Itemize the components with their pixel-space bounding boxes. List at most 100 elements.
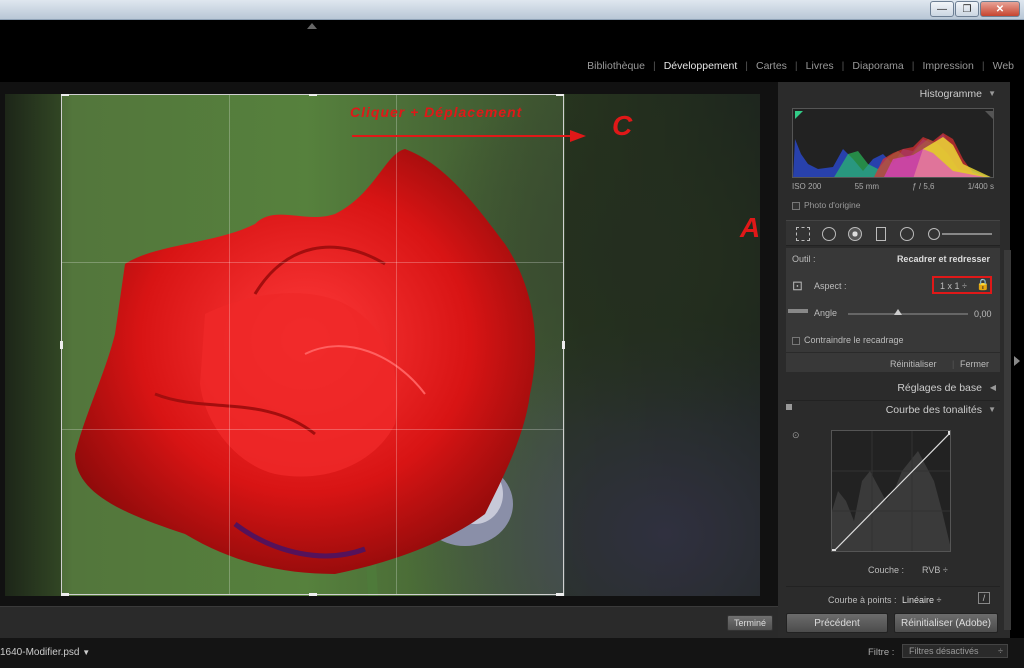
- module-separator: |: [981, 60, 985, 72]
- reset-adobe-button[interactable]: Réinitialiser (Adobe): [894, 613, 998, 633]
- point-curve-label: Courbe à points :: [828, 595, 897, 605]
- window-titlebar: — ❐ ✕: [0, 0, 1024, 20]
- module-separator: |: [652, 60, 656, 72]
- minimize-button[interactable]: —: [930, 1, 954, 17]
- crop-handle-bottom[interactable]: [309, 593, 317, 596]
- exif-shutter: 1/400 s: [967, 182, 994, 191]
- channel-select[interactable]: RVB ÷: [922, 565, 948, 575]
- crop-close-button[interactable]: Fermer: [960, 359, 989, 369]
- crop-overlay-left: [5, 94, 61, 596]
- exif-iso: ISO 200: [792, 182, 822, 191]
- annotation-aspect-box: [932, 276, 992, 294]
- crop-grid-line: [396, 95, 397, 594]
- window-controls: — ❐ ✕: [930, 1, 1020, 17]
- basic-settings-header[interactable]: Réglages de base ◀: [778, 378, 1002, 398]
- angle-slider-knob[interactable]: [894, 309, 902, 315]
- module-impression[interactable]: Impression: [923, 60, 974, 72]
- crop-handle-top-right[interactable]: [556, 94, 564, 96]
- tone-curve-graph: [832, 431, 950, 551]
- shadow-clip-icon: [795, 111, 803, 119]
- module-cartes[interactable]: Cartes: [756, 60, 787, 72]
- photo-canvas[interactable]: [5, 94, 760, 596]
- annotation-letter-a: A: [740, 212, 761, 243]
- crop-panel-footer: Réinitialiser | Fermer: [786, 352, 1000, 372]
- expand-triangle-icon: ◀: [989, 383, 996, 392]
- crop-grid-line: [62, 429, 563, 430]
- collapse-right-panel-icon[interactable]: [1014, 356, 1020, 366]
- module-picker-bar: Bibliothèque | Développement | Cartes | …: [0, 34, 1024, 82]
- filter-value: Filtres désactivés: [909, 646, 979, 656]
- original-photo-checkbox[interactable]: [792, 201, 800, 210]
- crop-handle-left[interactable]: [60, 341, 63, 349]
- module-livres[interactable]: Livres: [806, 60, 834, 72]
- tone-curve-chart[interactable]: [831, 430, 951, 552]
- crop-tool-icon[interactable]: [796, 227, 810, 241]
- brush-slider[interactable]: [942, 233, 992, 235]
- exif-info: ISO 200 55 mm ƒ / 5,6 1/400 s: [792, 182, 994, 191]
- module-separator: |: [911, 60, 915, 72]
- curve-edit-icon[interactable]: /: [978, 592, 990, 604]
- original-photo-label: Photo d'origine: [804, 200, 861, 210]
- angle-label: Angle: [814, 308, 838, 318]
- crop-handle-bottom-left[interactable]: [61, 593, 69, 596]
- filename-label[interactable]: 1640-Modifier.psd ▼: [0, 647, 90, 658]
- module-separator: |: [794, 60, 798, 72]
- crop-overlay-right: [565, 94, 760, 596]
- constrain-crop-checkbox[interactable]: [792, 336, 800, 345]
- adjustment-brush-icon[interactable]: [928, 228, 940, 240]
- collapse-top-panel-icon[interactable]: [307, 23, 317, 29]
- module-web[interactable]: Web: [993, 60, 1014, 72]
- footer-separator: |: [952, 359, 955, 369]
- filter-dropdown-icon: ÷: [998, 646, 1003, 656]
- tool-label: Outil :: [792, 254, 816, 264]
- panel-divider: [786, 586, 1000, 587]
- filter-select[interactable]: Filtres désactivés ÷: [902, 644, 1008, 658]
- point-curve-select[interactable]: Linéaire ÷: [902, 595, 941, 605]
- angle-value: 0,00: [974, 309, 992, 319]
- close-button[interactable]: ✕: [980, 1, 1020, 17]
- right-panel-scrollbar[interactable]: [1004, 250, 1011, 630]
- red-eye-icon[interactable]: [848, 227, 862, 241]
- spot-removal-icon[interactable]: [822, 227, 836, 241]
- radial-filter-icon[interactable]: [900, 227, 914, 241]
- tone-curve-header[interactable]: Courbe des tonalités ▼: [778, 400, 1002, 420]
- histogram-title: Histogramme: [919, 88, 982, 100]
- histogram-graph: [793, 111, 993, 177]
- filter-label: Filtre :: [868, 647, 895, 658]
- filename-text: 1640-Modifier.psd: [0, 647, 80, 658]
- constrain-crop-toggle[interactable]: Contraindre le recadrage: [792, 335, 904, 345]
- panel-switch-icon[interactable]: [786, 404, 792, 410]
- module-developpement[interactable]: Développement: [664, 60, 738, 72]
- image-view: [0, 82, 778, 606]
- module-bibliotheque[interactable]: Bibliothèque: [587, 60, 645, 72]
- crop-reset-button[interactable]: Réinitialiser: [890, 359, 937, 369]
- aspect-label: Aspect :: [814, 281, 847, 291]
- angle-slider-track[interactable]: [848, 313, 968, 315]
- crop-handle-bottom-right[interactable]: [556, 593, 564, 596]
- module-diaporama[interactable]: Diaporama: [852, 60, 903, 72]
- crop-handle-top-left[interactable]: [61, 94, 69, 96]
- top-panel-toggle-strip: [0, 20, 1024, 34]
- crop-frame[interactable]: [60, 94, 565, 596]
- original-photo-toggle[interactable]: Photo d'origine: [792, 200, 860, 210]
- restore-button[interactable]: ❐: [955, 1, 979, 17]
- crop-grid-line: [62, 262, 563, 263]
- straighten-tool-icon[interactable]: [788, 309, 808, 313]
- bottom-toolbar: [0, 606, 778, 638]
- target-adjust-icon[interactable]: ⊙: [792, 430, 800, 441]
- module-separator: |: [745, 60, 748, 72]
- tool-name: Recadrer et redresser: [896, 254, 990, 264]
- annotation-drag-label: Cliquer + Déplacement: [350, 104, 523, 120]
- basic-settings-title: Réglages de base: [897, 382, 982, 394]
- previous-button[interactable]: Précédent: [786, 613, 888, 633]
- crop-frame-icon[interactable]: ⊡: [792, 278, 803, 294]
- histogram-chart[interactable]: [792, 108, 994, 178]
- done-button[interactable]: Terminé: [727, 615, 773, 631]
- graduated-filter-icon[interactable]: [876, 227, 886, 241]
- channel-label: Couche :: [868, 565, 905, 575]
- filmstrip-bar: 1640-Modifier.psd ▼ Filtre : Filtres dés…: [0, 638, 1024, 668]
- crop-handle-right[interactable]: [562, 341, 565, 349]
- histogram-header[interactable]: Histogramme ▼: [778, 84, 1002, 104]
- crop-handle-top[interactable]: [309, 94, 317, 96]
- module-picker: Bibliothèque | Développement | Cartes | …: [587, 60, 1014, 72]
